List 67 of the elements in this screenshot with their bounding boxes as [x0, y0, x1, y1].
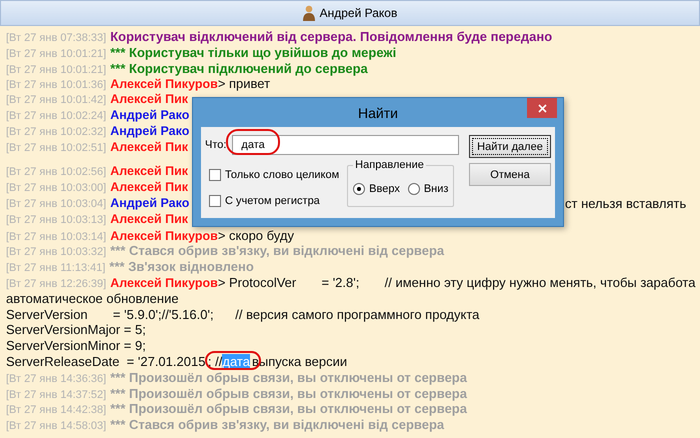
timestamp: [Вт 27 янв 14:58:03]	[6, 419, 106, 434]
system-message: *** Стався обрив зв'язку, ви відключені від сервера	[110, 417, 444, 433]
timestamp: [Вт 27 янв 12:26:39]	[6, 276, 106, 292]
timestamp: [Вт 27 янв 10:02:32]	[6, 124, 106, 140]
code-text: ServerVersion = '5.9.0';//'5.16.0'; // версия самого программного продукта	[6, 306, 480, 322]
sender-name: Алексей Пик	[110, 92, 188, 108]
timestamp: [Вт 27 янв 10:03:13]	[6, 212, 106, 228]
checkbox[interactable]	[209, 169, 221, 181]
timestamp: [Вт 27 янв 10:03:32]	[6, 245, 106, 260]
timestamp: [Вт 27 янв 10:03:00]	[6, 181, 106, 196]
user-name: Андрей Раков	[320, 6, 398, 20]
system-message: Користувач відключений від сервера. Повідомлення буде передано	[110, 29, 552, 45]
checkbox-label: С учетом регистра	[225, 195, 320, 207]
highlighted-text: дата	[222, 354, 250, 370]
code-text: ServerVersionMajor = 5;	[6, 322, 146, 338]
code-text: автоматическое обновление	[6, 290, 179, 307]
message-text: > скоро буду	[218, 228, 294, 244]
timestamp: [Вт 27 янв 14:37:52]	[6, 388, 106, 403]
timestamp: [Вт 27 янв 10:03:14]	[6, 230, 106, 245]
system-message: *** Стався обрив зв'язку, ви відключені від сервера	[110, 243, 444, 260]
radio-button[interactable]	[408, 182, 420, 194]
sender-name: Андрей Рако	[110, 124, 190, 140]
system-message: *** Произошёл обрыв связи, вы отключены от сервера	[110, 370, 467, 386]
sender-name: Андрей Рако	[110, 196, 190, 212]
timestamp: [Вт 27 янв 10:01:36]	[6, 78, 106, 94]
timestamp: [Вт 27 янв 14:36:36]	[6, 372, 106, 387]
sender-name: Алексей Пик	[110, 140, 188, 156]
timestamp: [Вт 27 янв 10:02:56]	[6, 165, 106, 180]
sender-name: Андрей Рако	[110, 108, 190, 124]
close-icon	[538, 104, 546, 112]
timestamp: [Вт 27 янв 11:13:41]	[6, 261, 106, 276]
system-message: *** Произошёл обрыв связи, вы отключены от сервера	[110, 386, 467, 402]
message-text: > ProtocolVer = '2.8'; // именно эту цифру нужно менять, чтобы заработа	[218, 274, 696, 291]
system-message: *** Произошёл обрыв связи, вы отключены от сервера	[110, 401, 467, 418]
user-icon	[302, 5, 315, 21]
radio-button[interactable]	[353, 182, 366, 194]
sender-name: Алексей Пик	[110, 180, 188, 196]
timestamp: [Вт 27 янв 10:02:24]	[6, 108, 106, 124]
group-label: Направление	[354, 159, 425, 171]
timestamp: [Вт 27 янв 10:01:21]	[6, 46, 106, 62]
checkbox[interactable]	[209, 195, 221, 207]
cancel-button[interactable]: Отмена	[469, 163, 551, 186]
timestamp: [Вт 27 янв 10:02:51]	[6, 140, 106, 156]
field-label: Что:	[205, 139, 226, 151]
message-text: ст нельзя вставлять	[565, 196, 688, 213]
find-next-button[interactable]: Найти далее	[469, 135, 551, 158]
code-text: ServerVersionMinor = 9;	[6, 338, 146, 354]
timestamp: [Вт 27 янв 07:38:33]	[6, 31, 106, 46]
search-field[interactable]: дата	[232, 135, 459, 155]
timestamp: [Вт 27 янв 14:42:38]	[6, 403, 106, 418]
message-text: > привет	[218, 76, 270, 92]
timestamp: [Вт 27 янв 10:01:21]	[6, 62, 106, 78]
radio-label: Вниз	[424, 182, 448, 194]
system-message: *** Користувач підключений до сервера	[110, 60, 368, 76]
sender-name: Алексей Пик	[110, 164, 188, 180]
radio-label: Вверх	[369, 182, 400, 194]
sender-name: Алексей Пик	[110, 212, 188, 228]
timestamp: [Вт 27 янв 10:01:42]	[6, 93, 106, 108]
timestamp: [Вт 27 янв 10:03:04]	[6, 196, 106, 212]
sender-name: Алексей Пикуров	[110, 77, 218, 94]
sender-name: Алексей Пикуров	[110, 276, 218, 292]
close-button[interactable]	[527, 98, 557, 118]
sender-name: Алексей Пикуров	[110, 228, 218, 244]
system-message: *** Користувач тільки що увійшов до мережі	[110, 44, 396, 61]
dialog-title: Найти	[358, 104, 398, 120]
system-message: *** Зв'язок відновлено	[109, 259, 254, 275]
checkbox-label: Только слово целиком	[225, 169, 340, 181]
